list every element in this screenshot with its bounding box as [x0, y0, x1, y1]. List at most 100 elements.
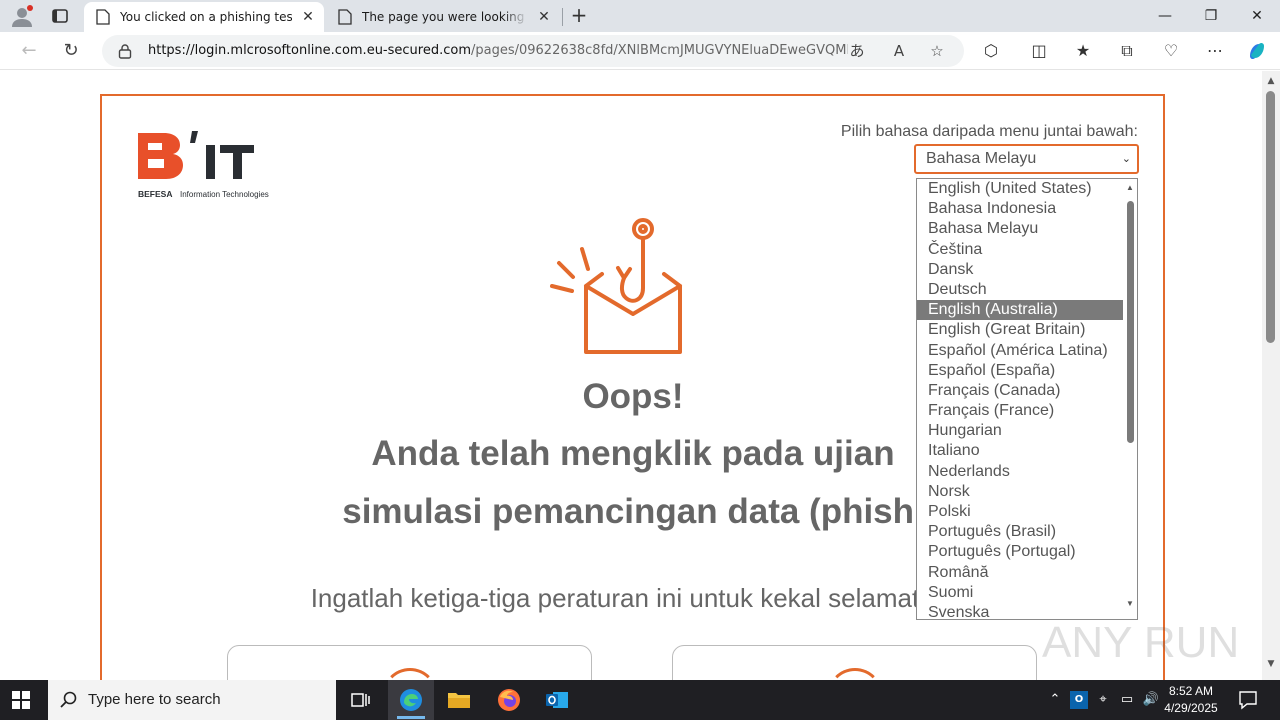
favorite-star-icon[interactable]: ☆	[926, 40, 948, 62]
favorites-icon[interactable]: ★	[1072, 40, 1094, 62]
url-path: /pages/09622638c8fd/XNlBMcmJMUGVYNEluaDE…	[470, 43, 848, 58]
language-option[interactable]: English (Great Britain)	[917, 320, 1123, 340]
network-icon[interactable]: ▭	[1118, 691, 1136, 709]
chevron-down-icon: ⌄	[1121, 153, 1131, 165]
language-option[interactable]: Română	[917, 563, 1123, 583]
language-option[interactable]: Português (Brasil)	[917, 522, 1123, 542]
tab-title: The page you were looking for doesn't ex…	[362, 10, 528, 24]
language-option[interactable]: Hungarian	[917, 421, 1123, 441]
meet-now-icon[interactable]: ⌖	[1094, 691, 1112, 709]
language-option[interactable]: Français (Canada)	[917, 381, 1123, 401]
page-scroll-thumb[interactable]	[1266, 91, 1275, 343]
outlook-tray-icon[interactable]: O	[1070, 691, 1088, 709]
logo-sub-text: Information Technologies	[180, 190, 269, 199]
read-aloud-icon[interactable]: A	[888, 40, 910, 62]
language-listbox[interactable]: English (United States) Bahasa Indonesia B…	[916, 178, 1138, 620]
language-option[interactable]: Čeština	[917, 240, 1123, 260]
language-option[interactable]: Español (América Latina)	[917, 341, 1123, 361]
close-tab-icon[interactable]: ✕	[536, 9, 552, 25]
address-bar[interactable]: https://login.mlcrosoftonline.com.eu-sec…	[102, 35, 964, 67]
language-option[interactable]: Bahasa Melayu	[917, 219, 1123, 239]
watermark-text: ANY RUN	[1042, 618, 1239, 667]
listbox-scroll-thumb[interactable]	[1127, 201, 1134, 443]
clock-time: 8:52 AM	[1168, 684, 1214, 698]
translate-icon[interactable]: あ	[846, 40, 868, 62]
tab-strip: You clicked on a phishing test! ✕ The pa…	[0, 0, 1280, 32]
taskbar-edge[interactable]	[388, 680, 434, 720]
language-prompt-label: Pilih bahasa daripada menu juntai bawah:	[840, 123, 1138, 140]
close-window-button[interactable]: ✕	[1234, 0, 1280, 32]
scroll-down-icon[interactable]: ▼	[1125, 599, 1135, 608]
search-placeholder: Type here to search	[88, 691, 221, 708]
lock-icon[interactable]	[118, 43, 132, 59]
show-hidden-icons-icon[interactable]: ⌃	[1046, 691, 1064, 709]
language-option[interactable]: Bahasa Indonesia	[917, 199, 1123, 219]
task-view-icon	[351, 693, 370, 707]
taskbar: Type here to search ⌃ O ⌖ ▭ 🔊 8:52 AM 4/…	[0, 680, 1280, 720]
page-scrollbar[interactable]: ▲ ▼	[1262, 71, 1280, 680]
scroll-up-icon[interactable]: ▲	[1266, 76, 1276, 86]
language-option[interactable]: Português (Portugal)	[917, 542, 1123, 562]
taskbar-search-box[interactable]: Type here to search	[48, 680, 336, 720]
taskbar-file-explorer[interactable]	[436, 680, 482, 720]
language-option[interactable]: Nederlands	[917, 462, 1123, 482]
folder-icon	[448, 693, 470, 708]
tab-title: You clicked on a phishing test!	[120, 10, 292, 24]
outlook-icon	[546, 692, 568, 708]
language-option[interactable]: Suomi	[917, 583, 1123, 603]
search-icon	[60, 691, 77, 708]
browser-essentials-icon[interactable]: ♡	[1160, 40, 1182, 62]
language-option[interactable]: Norsk	[917, 482, 1123, 502]
profile-avatar-icon[interactable]	[10, 5, 34, 27]
language-selected-value: Bahasa Melayu	[926, 150, 1037, 167]
refresh-icon[interactable]: ↻	[60, 40, 82, 62]
taskbar-clock[interactable]: 8:52 AM 4/29/2025	[1160, 683, 1222, 717]
more-menu-icon[interactable]: ⋯	[1204, 40, 1226, 62]
edge-icon	[400, 689, 422, 711]
bit-logo: BEFESA Information Technologies	[138, 131, 269, 199]
document-icon	[338, 9, 352, 25]
page-viewport: BEFESA Information Technologies Pilih ba…	[4, 71, 1262, 680]
back-arrow-icon[interactable]: ←	[18, 40, 40, 62]
collections-icon[interactable]: ⧉	[1116, 40, 1138, 62]
language-option[interactable]: Polski	[917, 502, 1123, 522]
language-option[interactable]: Français (France)	[917, 401, 1123, 421]
language-option[interactable]: Italiano	[917, 441, 1123, 461]
taskbar-firefox[interactable]	[486, 680, 532, 720]
windows-start-icon[interactable]	[12, 691, 30, 709]
copilot-icon[interactable]	[1246, 40, 1268, 62]
tab-actions-icon[interactable]	[50, 6, 70, 26]
task-view-button[interactable]	[338, 680, 384, 720]
document-icon	[96, 9, 110, 25]
language-option[interactable]: English (United States)	[917, 179, 1123, 199]
minimize-button[interactable]: —	[1142, 0, 1188, 32]
url-text[interactable]: https://login.mlcrosoftonline.com.eu-sec…	[148, 43, 848, 58]
phishing-hook-envelope-icon	[550, 218, 682, 354]
rule-card-1	[227, 645, 592, 680]
tab-phishing-test[interactable]: You clicked on a phishing test! ✕	[84, 2, 324, 32]
taskbar-outlook[interactable]	[534, 680, 580, 720]
language-option[interactable]: English (Australia)	[917, 300, 1123, 321]
rule-circle-icon	[827, 668, 883, 680]
close-tab-icon[interactable]: ✕	[300, 9, 316, 25]
language-options: English (United States) Bahasa Indonesia B…	[917, 179, 1137, 619]
scroll-up-icon[interactable]: ▲	[1125, 183, 1135, 192]
restore-button[interactable]: ❐	[1188, 0, 1234, 32]
scroll-down-icon[interactable]: ▼	[1266, 659, 1276, 669]
split-screen-icon[interactable]: ◫	[1028, 40, 1050, 62]
url-host: https://login.mlcrosoftonline.com.eu-sec…	[148, 43, 471, 58]
language-select[interactable]: Bahasa Melayu ⌄	[914, 144, 1139, 174]
volume-icon[interactable]: 🔊	[1142, 691, 1160, 709]
tab-page-not-found[interactable]: The page you were looking for doesn't ex…	[326, 2, 560, 32]
new-tab-button[interactable]: +	[568, 5, 590, 27]
language-option[interactable]: Deutsch	[917, 280, 1123, 300]
notification-icon[interactable]	[1238, 690, 1258, 710]
language-option[interactable]: Español (España)	[917, 361, 1123, 381]
firefox-icon	[498, 689, 520, 711]
logo-brand-text: BEFESA	[138, 189, 172, 199]
extensions-icon[interactable]: ⬡	[980, 40, 1002, 62]
listbox-scrollbar[interactable]: ▲ ▼	[1123, 179, 1137, 619]
clock-date: 4/29/2025	[1164, 701, 1218, 715]
address-toolbar: ← ↻ https://login.mlcrosoftonline.com.eu…	[0, 32, 1280, 70]
language-option[interactable]: Dansk	[917, 260, 1123, 280]
